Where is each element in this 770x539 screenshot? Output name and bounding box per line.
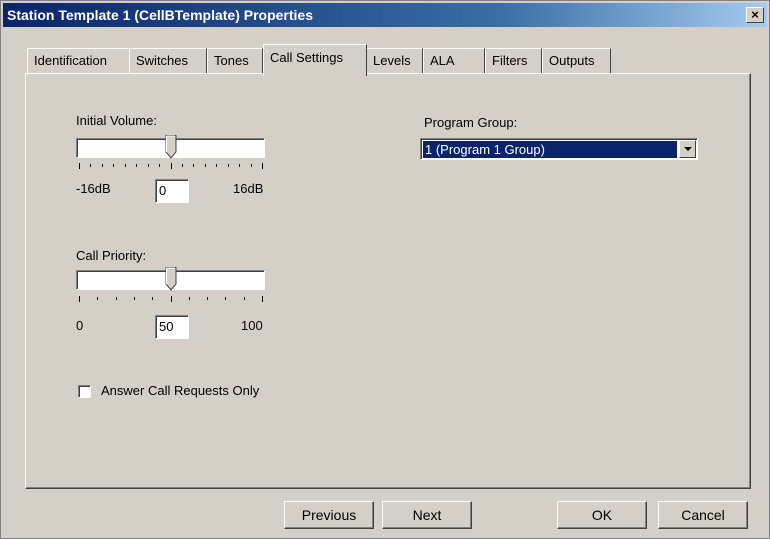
- tab-label: Identification: [34, 53, 107, 68]
- close-icon: ×: [751, 7, 759, 22]
- tab-levels[interactable]: Levels: [366, 48, 423, 74]
- tab-label: Filters: [492, 53, 528, 68]
- next-button-label: Next: [412, 507, 442, 523]
- tab-label: Call Settings: [270, 50, 343, 65]
- next-button[interactable]: Next: [382, 501, 472, 529]
- tab-label: Tones: [214, 53, 249, 68]
- ok-button-label: OK: [591, 507, 613, 523]
- previous-button[interactable]: Previous: [284, 501, 374, 529]
- call-settings-panel: [25, 73, 751, 489]
- close-button[interactable]: ×: [746, 7, 764, 23]
- cancel-button[interactable]: Cancel: [658, 501, 748, 529]
- properties-dialog: Station Template 1 (CellBTemplate) Prope…: [0, 0, 770, 539]
- window-title: Station Template 1 (CellBTemplate) Prope…: [7, 7, 313, 23]
- tab-tones[interactable]: Tones: [207, 48, 263, 74]
- title-bar[interactable]: Station Template 1 (CellBTemplate) Prope…: [3, 3, 767, 27]
- tab-outputs[interactable]: Outputs: [542, 48, 611, 74]
- ok-button[interactable]: OK: [557, 501, 647, 529]
- tab-switches[interactable]: Switches: [129, 48, 207, 74]
- previous-button-label: Previous: [301, 507, 357, 523]
- tab-ala[interactable]: ALA: [423, 48, 485, 74]
- tab-label: Outputs: [549, 53, 595, 68]
- cancel-button-label: Cancel: [681, 507, 725, 523]
- tab-call-settings[interactable]: Call Settings: [263, 44, 367, 76]
- tab-label: Levels: [373, 53, 411, 68]
- tab-label: ALA: [430, 53, 455, 68]
- tab-identification[interactable]: Identification: [27, 48, 130, 74]
- tab-label: Switches: [136, 53, 189, 68]
- tab-filters[interactable]: Filters: [485, 48, 542, 74]
